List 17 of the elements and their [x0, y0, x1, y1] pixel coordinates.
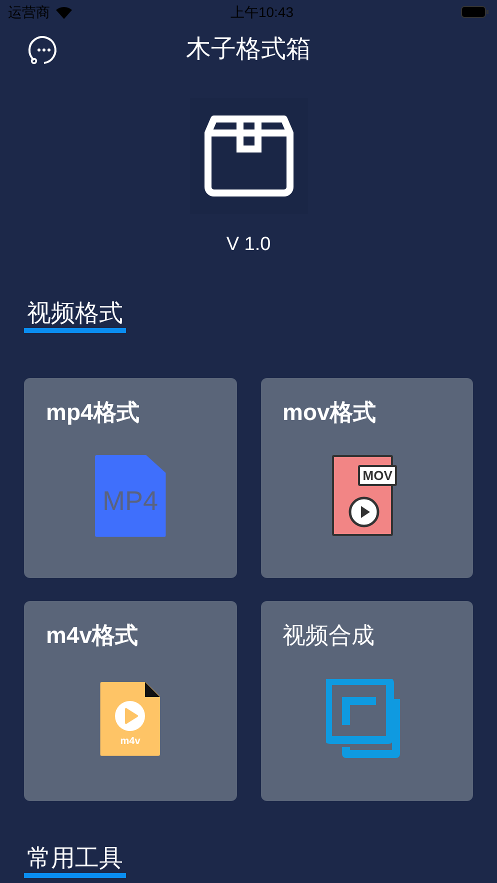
battery-icon: [460, 6, 489, 18]
wifi-icon: [55, 6, 73, 18]
icon-label: MOV: [358, 464, 398, 486]
status-time: 上午10:43: [230, 2, 294, 22]
page-title: 木子格式箱: [186, 34, 311, 66]
format-card[interactable]: mov格式 MOV: [260, 378, 473, 578]
folded-corner-icon: [145, 682, 160, 697]
icon-label: MP4: [102, 488, 158, 516]
section-title: 常用工具: [24, 844, 126, 878]
format-card[interactable]: 视频合成: [260, 600, 473, 800]
icon-label: m4v: [120, 736, 140, 747]
carrier-label: 运营商: [8, 2, 50, 22]
section-title: 视频格式: [24, 300, 126, 332]
format-card[interactable]: mp4格式 MP4: [24, 378, 236, 578]
play-icon: [115, 700, 146, 731]
version-label: V 1.0: [226, 233, 271, 257]
format-card[interactable]: m4v格式 m4v: [24, 600, 236, 800]
